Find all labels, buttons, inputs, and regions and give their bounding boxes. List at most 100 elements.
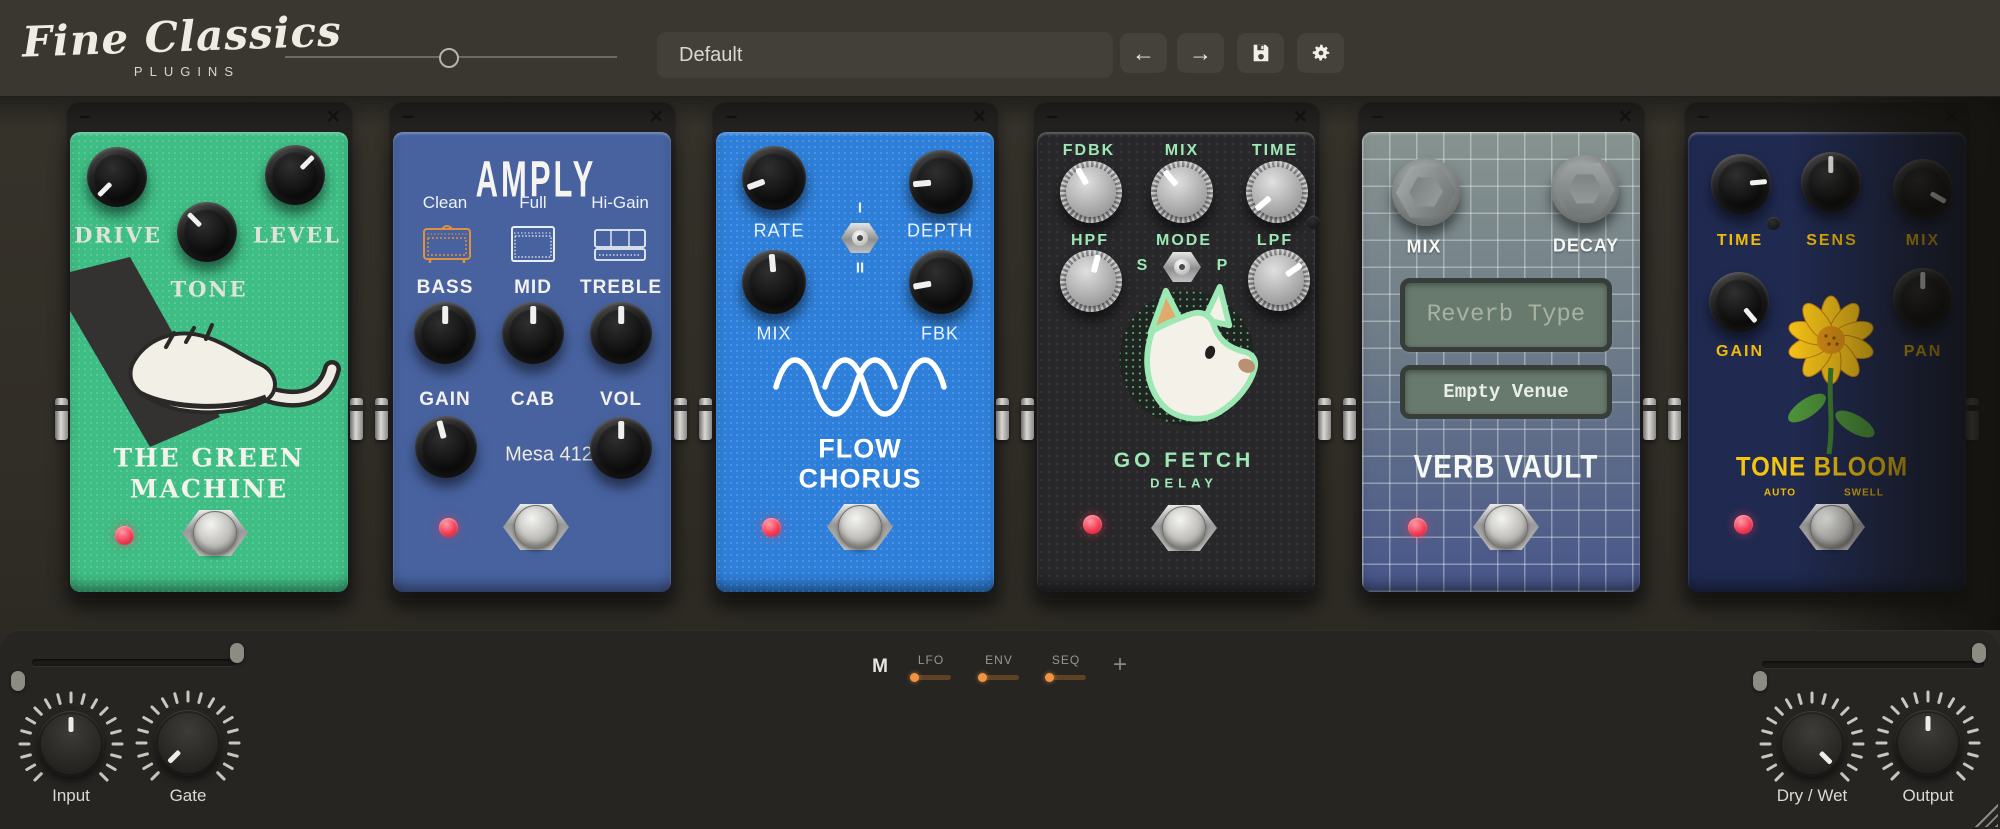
fdbk-label: FDBK xyxy=(1063,142,1115,160)
pedal-title: TONE BLOOM xyxy=(1736,453,1908,484)
patch-jack xyxy=(1343,398,1356,440)
vol-label: VOL xyxy=(600,389,642,411)
output-jack xyxy=(1966,398,1979,440)
minimize-icon[interactable]: – xyxy=(1046,103,1058,129)
settings-button[interactable] xyxy=(1297,33,1344,73)
patch-jack xyxy=(1021,398,1034,440)
chorus-mode-toggle[interactable] xyxy=(841,221,879,255)
gate-knob[interactable] xyxy=(133,688,243,798)
back-arrow-icon: ← xyxy=(1132,40,1155,67)
output-knob[interactable] xyxy=(1873,688,1983,798)
pedal-slot-tone-bloom: – × TIME SENS MIX xyxy=(1684,102,1971,600)
footswitch[interactable] xyxy=(503,498,569,556)
tone-knob[interactable] xyxy=(177,202,237,262)
forward-button[interactable]: → xyxy=(1177,33,1224,73)
cab-value[interactable]: Mesa 412 xyxy=(505,444,593,467)
time-label: TIME xyxy=(1252,142,1298,160)
rate-knob[interactable] xyxy=(742,146,806,210)
save-icon xyxy=(1250,42,1272,64)
left-scroll-thumb[interactable] xyxy=(230,643,244,663)
right-scroll-thumb[interactable] xyxy=(1972,643,1986,663)
gain-knob[interactable] xyxy=(415,416,477,478)
minimize-icon[interactable]: – xyxy=(402,103,414,129)
mix-knob[interactable] xyxy=(1151,161,1213,223)
vol-knob[interactable] xyxy=(590,417,652,479)
seq-indicator[interactable] xyxy=(1046,675,1086,680)
minimize-icon[interactable]: – xyxy=(79,103,91,129)
input-jack xyxy=(55,398,68,440)
gain-label: GAIN xyxy=(419,389,471,411)
pedal-title-line1: THE GREEN xyxy=(113,444,304,473)
level-label: LEVEL xyxy=(253,223,341,248)
decay-knob[interactable] xyxy=(1551,155,1619,223)
mix-label: MIX xyxy=(1406,237,1441,258)
treble-knob[interactable] xyxy=(590,302,652,364)
close-icon[interactable]: × xyxy=(1619,103,1632,129)
bypass-led xyxy=(1408,518,1427,537)
mid-knob[interactable] xyxy=(502,302,564,364)
zoom-slider-thumb[interactable] xyxy=(439,48,459,68)
left-edge-handle[interactable] xyxy=(11,671,25,691)
right-scroll-track[interactable] xyxy=(1762,661,1984,668)
fbk-knob[interactable] xyxy=(909,250,973,314)
minimize-icon[interactable]: – xyxy=(1697,103,1709,129)
add-modulator-button[interactable]: + xyxy=(1113,651,1127,679)
venue-display[interactable]: Empty Venue xyxy=(1400,365,1612,419)
close-icon[interactable]: × xyxy=(327,103,340,129)
footswitch[interactable] xyxy=(1473,498,1539,556)
patch-jack xyxy=(674,398,687,440)
minimize-icon[interactable]: – xyxy=(1371,103,1383,129)
time-knob[interactable] xyxy=(1711,154,1771,214)
level-knob[interactable] xyxy=(265,145,325,205)
input-knob[interactable] xyxy=(16,689,126,799)
mono-button[interactable]: M xyxy=(872,656,888,678)
left-scroll-track[interactable] xyxy=(32,659,236,666)
time-knob[interactable] xyxy=(1246,161,1308,223)
reverb-type-display[interactable]: Reverb Type xyxy=(1400,278,1612,352)
depth-knob[interactable] xyxy=(909,150,973,214)
footswitch[interactable] xyxy=(1151,499,1217,557)
rate-label: RATE xyxy=(754,221,805,242)
pan-knob[interactable] xyxy=(1893,268,1953,328)
fdbk-knob[interactable] xyxy=(1060,161,1122,223)
save-button[interactable] xyxy=(1237,33,1284,73)
full-amp-icon[interactable] xyxy=(510,223,556,265)
patch-jack xyxy=(1643,398,1656,440)
amp-type-full-label[interactable]: Full xyxy=(519,193,546,213)
close-icon[interactable]: × xyxy=(973,103,986,129)
preset-field[interactable]: Default xyxy=(657,32,1113,78)
close-icon[interactable]: × xyxy=(1294,103,1307,129)
minimize-icon[interactable]: – xyxy=(725,103,737,129)
pedal-tone-bloom: TIME SENS MIX xyxy=(1688,132,1966,592)
close-icon[interactable]: × xyxy=(1945,103,1958,129)
amp-type-higain-label[interactable]: Hi-Gain xyxy=(591,193,649,213)
gain-knob[interactable] xyxy=(1709,272,1769,332)
back-button[interactable]: ← xyxy=(1120,33,1167,73)
right-edge-handle[interactable] xyxy=(1753,671,1767,691)
drive-knob[interactable] xyxy=(87,147,147,207)
sens-knob[interactable] xyxy=(1801,152,1861,212)
brand-tagline: PLUGINS xyxy=(128,64,240,79)
head-cab-icon[interactable] xyxy=(593,226,647,262)
env-indicator[interactable] xyxy=(979,675,1019,680)
combo-amp-icon[interactable] xyxy=(422,223,472,265)
tab-env[interactable]: ENV xyxy=(985,653,1013,667)
mix-knob[interactable] xyxy=(1893,159,1953,219)
close-icon[interactable]: × xyxy=(650,103,663,129)
pedal-slot-amply: – × AMPLY Clean Full Hi-Gain BASS MID TR… xyxy=(389,102,676,600)
resize-grip[interactable] xyxy=(1968,797,1998,827)
mode-toggle[interactable] xyxy=(1163,250,1201,284)
tab-lfo[interactable]: LFO xyxy=(918,653,944,667)
footswitch[interactable] xyxy=(1799,498,1865,556)
mix-knob[interactable] xyxy=(1392,158,1460,226)
amp-type-clean-label[interactable]: Clean xyxy=(423,193,467,213)
mix-knob[interactable] xyxy=(742,250,806,314)
mode-s-label: S xyxy=(1137,257,1150,275)
tab-seq[interactable]: SEQ xyxy=(1052,653,1080,667)
bass-knob[interactable] xyxy=(414,302,476,364)
lfo-indicator[interactable] xyxy=(911,675,951,680)
footswitch[interactable] xyxy=(827,498,893,556)
treble-label: TREBLE xyxy=(580,277,662,299)
footswitch[interactable] xyxy=(182,504,248,562)
dry-wet-knob[interactable] xyxy=(1757,689,1867,799)
